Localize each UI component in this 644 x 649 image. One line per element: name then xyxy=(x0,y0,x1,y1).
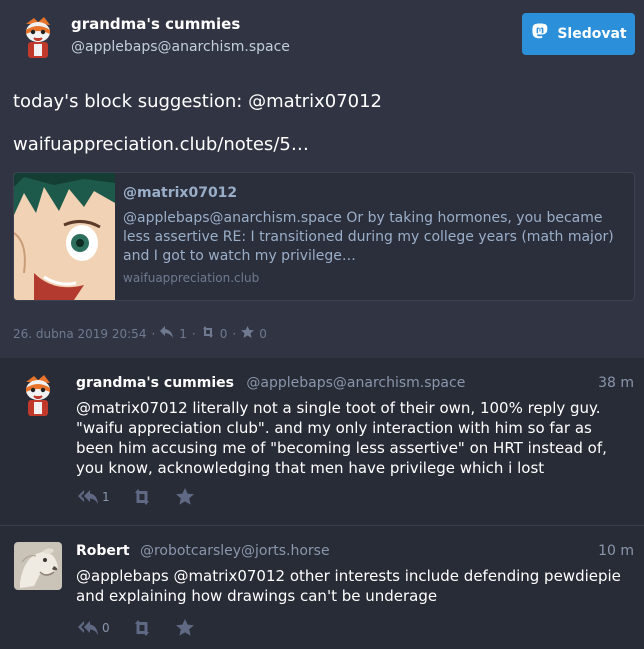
star-icon xyxy=(241,326,255,341)
star-icon[interactable] xyxy=(175,488,194,505)
reply-all-icon[interactable]: 0 xyxy=(78,620,110,636)
reply-status[interactable]: Robert @robotcarsley@jorts.horse 10 m @a… xyxy=(0,527,644,649)
status-text-line: today's block suggestion: @matrix07012 xyxy=(13,91,382,112)
reply-status[interactable]: grandma's cummies @applebaps@anarchism.s… xyxy=(0,358,644,526)
mastodon-icon xyxy=(530,22,550,46)
boost-icon xyxy=(201,326,215,341)
follow-button[interactable]: Sledovat xyxy=(522,13,635,55)
reply-author[interactable]: grandma's cummies @applebaps@anarchism.s… xyxy=(76,375,465,391)
display-name: grandma's cummies xyxy=(76,375,234,391)
boost-count: 0 xyxy=(219,326,228,341)
reply-author[interactable]: Robert @robotcarsley@jorts.horse xyxy=(76,543,330,559)
account-handle[interactable]: @applebaps@anarchism.space xyxy=(71,39,290,55)
fav-count: 0 xyxy=(259,326,267,341)
detailed-status: grandma's cummies @applebaps@anarchism.s… xyxy=(0,0,644,358)
reply-count: 1 xyxy=(102,489,110,504)
relative-time[interactable]: 38 m xyxy=(598,375,634,391)
action-bar: 1 xyxy=(78,488,194,505)
follow-label: Sledovat xyxy=(557,26,627,42)
display-name: Robert xyxy=(76,543,130,559)
card-description: @applebaps@anarchism.space Or by taking … xyxy=(123,210,614,264)
account-handle: @applebaps@anarchism.space xyxy=(246,375,466,391)
action-bar: 0 xyxy=(78,619,194,636)
status-link[interactable]: waifuappreciation.club/notes/5… xyxy=(13,134,309,155)
display-name[interactable]: grandma's cummies xyxy=(71,15,240,33)
reply-text: @applebaps @matrix07012 other interests … xyxy=(76,567,621,605)
reply-icon xyxy=(160,326,174,341)
account-handle: @robotcarsley@jorts.horse xyxy=(139,543,330,559)
reply-count: 1 xyxy=(179,326,187,341)
reply-count: 0 xyxy=(102,620,110,635)
status-meta: 26. dubna 2019 20:54 · 1 · 0 · 0 xyxy=(13,326,267,341)
reply-text: @matrix07012 literally not a single toot… xyxy=(76,399,607,477)
boost-icon[interactable] xyxy=(132,619,152,636)
relative-time[interactable]: 10 m xyxy=(598,543,634,559)
card-host: waifuappreciation.club xyxy=(123,271,260,285)
timestamp[interactable]: 26. dubna 2019 20:54 xyxy=(13,327,146,341)
avatar[interactable] xyxy=(14,542,62,590)
avatar[interactable] xyxy=(14,14,62,62)
card-title: @matrix07012 xyxy=(123,185,238,201)
boost-icon[interactable] xyxy=(132,488,152,505)
link-preview-card[interactable]: @matrix07012 @applebaps@anarchism.space … xyxy=(13,172,635,301)
avatar[interactable] xyxy=(14,372,62,420)
reply-all-icon[interactable]: 1 xyxy=(78,489,110,505)
star-icon[interactable] xyxy=(175,619,194,636)
card-thumbnail xyxy=(14,173,115,300)
